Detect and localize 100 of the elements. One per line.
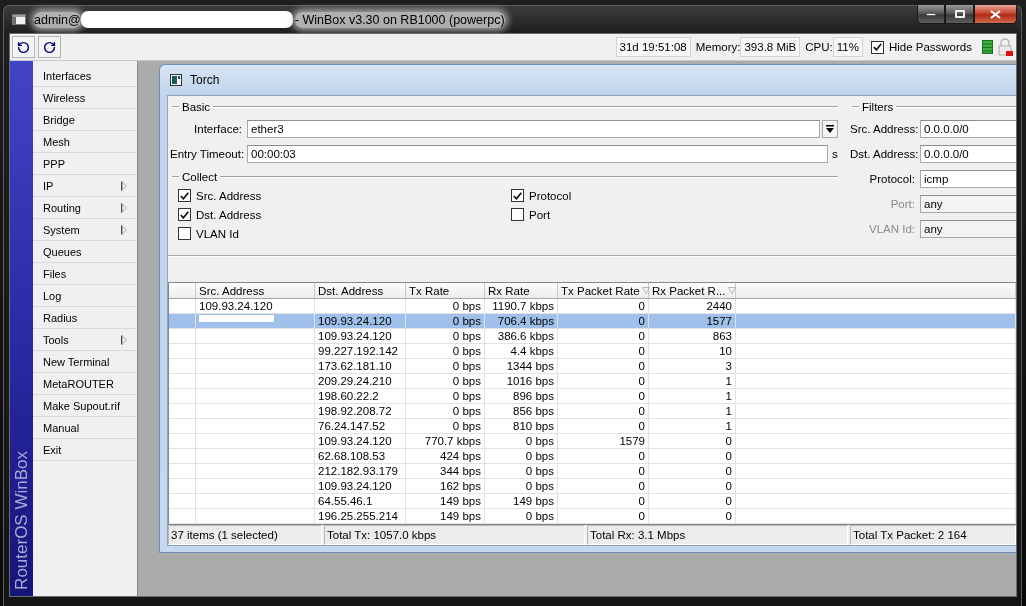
table-row[interactable]: 198.92.208.72 0 bps 856 bps 0 1 [169, 404, 1016, 419]
menu-item[interactable]: Routing [33, 197, 137, 219]
table-cell: 0 [558, 509, 649, 524]
checkbox[interactable] [511, 189, 524, 202]
column-header[interactable]: Dst. Address [315, 283, 406, 298]
table-row[interactable]: 109.93.24.120 0 bps 1190.7 kbps 0 2440 [169, 299, 1016, 314]
column-header[interactable]: Rx Rate [485, 283, 558, 298]
lock-icon [998, 38, 1013, 56]
checkbox-label: Port [529, 208, 551, 221]
undo-button[interactable] [12, 36, 35, 58]
minimize-icon [926, 12, 936, 16]
input-field[interactable]: 0.0.0.0/0 [920, 145, 1016, 163]
section-label: Collect [182, 170, 218, 183]
field-label: Interface: [193, 123, 242, 135]
table-row[interactable]: 109.93.24.120 770.7 kbps 0 bps 1579 0 [169, 434, 1016, 449]
field-label: Protocol: [868, 173, 915, 185]
menu-item[interactable]: Interfaces [33, 65, 137, 87]
menu-item[interactable]: IP [33, 175, 137, 197]
menu-item[interactable]: PPP [33, 153, 137, 175]
redo-button[interactable] [38, 36, 61, 58]
table-row[interactable]: 64.55.46.1 149 bps 149 bps 0 0 [169, 494, 1016, 509]
table-row[interactable]: 198.60.22.2 0 bps 896 bps 0 1 [169, 389, 1016, 404]
menu-item[interactable]: Manual [33, 417, 137, 439]
checkmark-icon [872, 43, 882, 51]
close-icon [990, 9, 1001, 19]
menu-item[interactable]: Exit [33, 439, 137, 461]
checkbox[interactable] [178, 189, 191, 202]
memory-display: 393.8 MiB [740, 37, 801, 57]
field-label: Port: [889, 198, 915, 210]
checkbox-label: Hide Passwords [888, 41, 972, 53]
menu-item[interactable]: Files [33, 263, 137, 285]
table-cell: 0 [649, 509, 736, 524]
table-row[interactable]: 173.62.181.10 0 bps 1344 bps 0 3 [169, 359, 1016, 374]
checkmark-icon [513, 191, 522, 200]
checkbox[interactable] [870, 40, 884, 54]
checkmark-icon [180, 191, 189, 200]
checkbox-label: Protocol [529, 189, 572, 202]
cpu-label: CPU: [805, 41, 833, 53]
checkbox-label: VLAN Id [196, 227, 239, 240]
status-text: Total Rx: 3.1 Mbps [587, 525, 848, 545]
close-button[interactable] [974, 5, 1017, 24]
field-label: Entry Timeout: [170, 148, 242, 160]
torch-window-icon [170, 74, 182, 86]
undo-icon [17, 40, 30, 54]
menu-item[interactable]: Mesh [33, 131, 137, 153]
interface-field[interactable]: ether3 [247, 120, 820, 138]
table-row[interactable]: 212.182.93.179 344 bps 0 bps 0 0 [169, 464, 1016, 479]
maximize-icon [954, 10, 965, 18]
minimize-button[interactable] [917, 5, 945, 24]
table-row[interactable]: 196.25.255.214 149 bps 0 bps 0 0 [169, 509, 1016, 524]
level-bars-icon [982, 40, 993, 54]
checkbox-label: Src. Address [196, 189, 262, 202]
table-cell: 149 bps [406, 509, 485, 524]
checkbox[interactable] [178, 227, 191, 240]
checkbox[interactable] [178, 208, 191, 221]
input-field[interactable]: 0.0.0.0/0 [920, 120, 1016, 138]
table-cell: 196.25.255.214 [315, 509, 406, 524]
cpu-display: 11% [832, 37, 863, 57]
memory-label: Memory: [695, 41, 741, 53]
redo-icon [43, 40, 56, 54]
table-row[interactable]: 109.93.24.120 0 bps 706.4 kbps 0 1577 [169, 314, 1016, 329]
status-text: Total Tx Packet: 2 164 [850, 525, 1016, 545]
column-header[interactable]: Tx Packet Rate [558, 283, 649, 298]
menu-item[interactable]: New Terminal [33, 351, 137, 373]
checkbox-label: Dst. Address [196, 208, 262, 221]
checkmark-icon [180, 210, 189, 219]
maximize-button[interactable] [945, 5, 974, 24]
table-row[interactable]: 76.24.147.52 0 bps 810 bps 0 1 [169, 419, 1016, 434]
menu-item[interactable]: Bridge [33, 109, 137, 131]
column-header[interactable]: Tx Rate [406, 283, 485, 298]
menu-item[interactable]: Queues [33, 241, 137, 263]
title-text: - WinBox v3.30 on RB1000 (powerpc) [294, 11, 505, 28]
table-cell: 0 bps [485, 509, 558, 524]
column-header[interactable]: Rx Packet R... [649, 283, 736, 298]
table-row[interactable]: 99.227.192.142 0 bps 4.4 kbps 0 10 [169, 344, 1016, 359]
status-text: 37 items (1 selected) [168, 525, 322, 545]
table-row[interactable]: 209.29.24.210 0 bps 1016 bps 0 1 [169, 374, 1016, 389]
table-row[interactable]: 109.93.24.120 0 bps 386.6 kbps 0 863 [169, 329, 1016, 344]
uptime-display: 31d 19:51:08 [615, 37, 691, 57]
window-title: Torch [190, 73, 220, 87]
dropdown-button[interactable] [822, 120, 838, 138]
menu-item[interactable]: Log [33, 285, 137, 307]
menu-item[interactable]: Wireless [33, 87, 137, 109]
table-row[interactable]: 109.93.24.120 162 bps 0 bps 0 0 [169, 479, 1016, 494]
field-label: VLAN Id: [867, 223, 915, 235]
menu-item[interactable]: Radius [33, 307, 137, 329]
checkbox[interactable] [511, 208, 524, 221]
table-row[interactable]: 62.68.108.53 424 bps 0 bps 0 0 [169, 449, 1016, 464]
input-field[interactable]: icmp [920, 170, 1016, 188]
menu-item[interactable]: Make Supout.rif [33, 395, 137, 417]
menu-item[interactable]: Tools [33, 329, 137, 351]
menu-item[interactable]: System [33, 219, 137, 241]
dropdown-arrow-icon [826, 125, 834, 133]
column-header[interactable]: Src. Address [196, 283, 315, 298]
brand-text: RouterOS WinBox [11, 451, 32, 590]
unit-label: s [831, 148, 838, 160]
menu-item[interactable]: MetaROUTER [33, 373, 137, 395]
status-text: Total Tx: 1057.0 kbps [324, 525, 585, 545]
title-text: admin@ [34, 11, 81, 28]
entry-timeout-field[interactable]: 00:00:03 [247, 145, 828, 163]
